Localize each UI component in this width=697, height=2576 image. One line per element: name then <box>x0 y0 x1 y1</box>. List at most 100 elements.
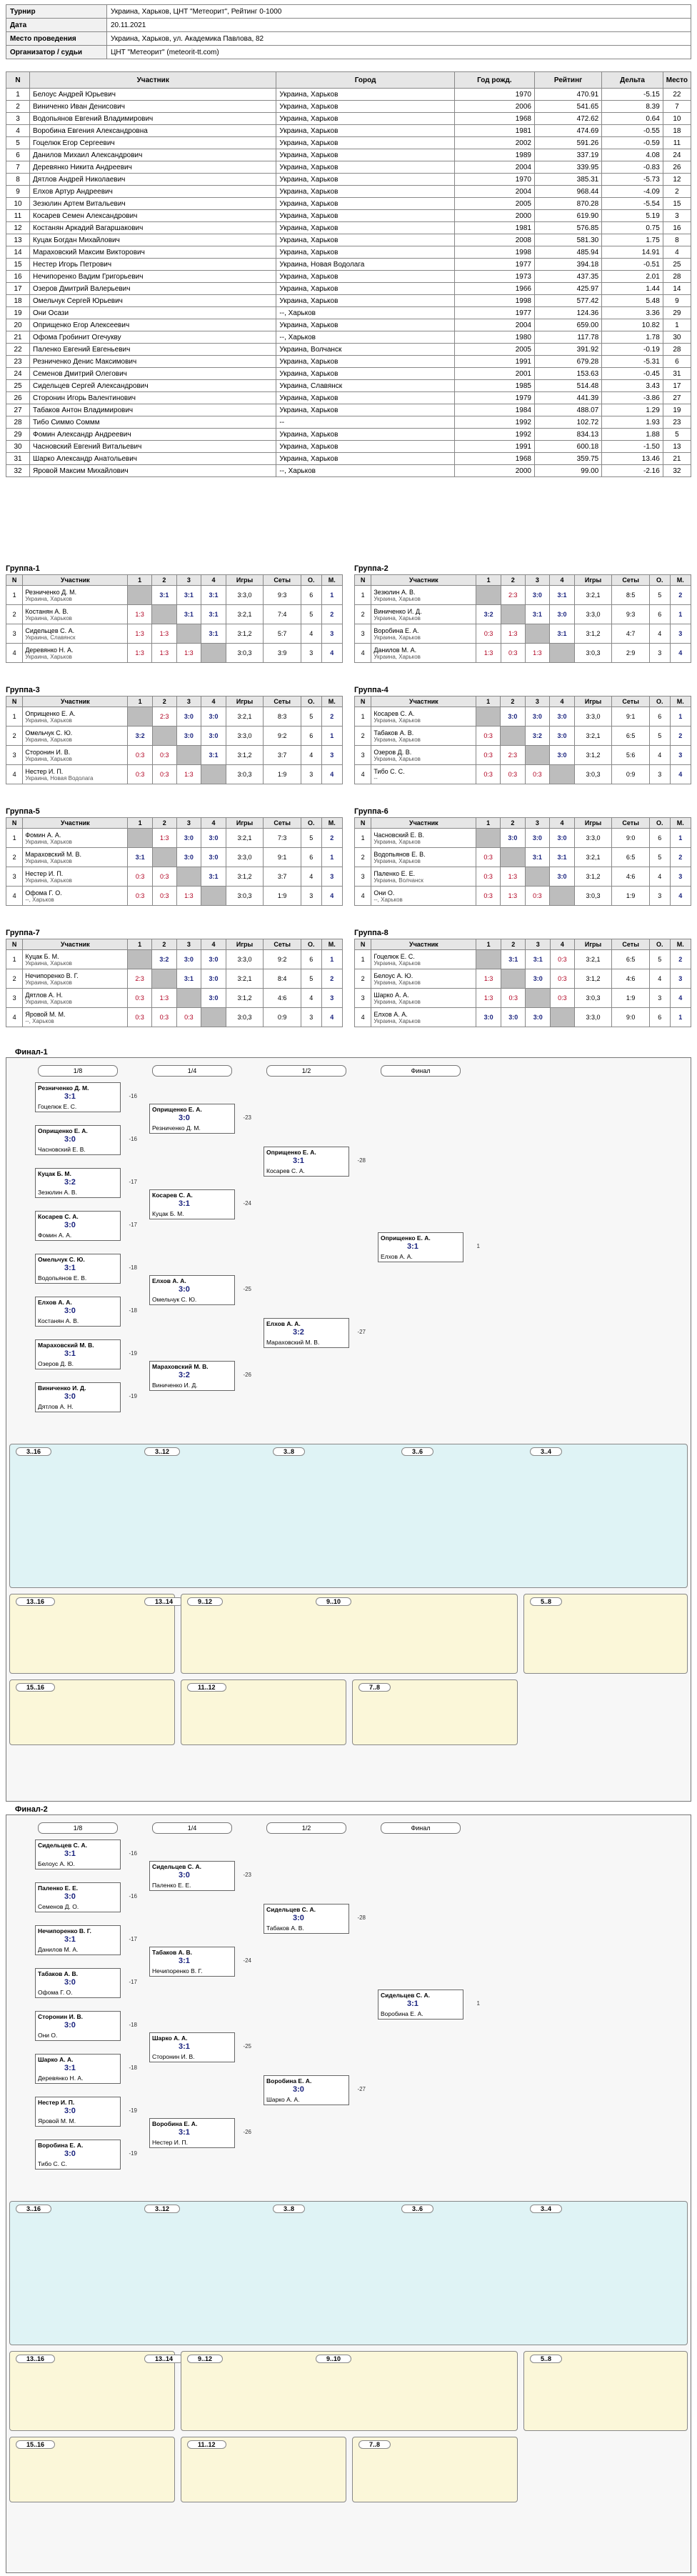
player-name: Мараховский М. В. Украина, Харьков <box>22 847 129 867</box>
sets: 5:6 <box>611 745 650 765</box>
table-cell: Офома Гробинит Огечукву <box>29 331 277 344</box>
games: 3:3,0 <box>225 949 264 969</box>
games: 3:3,0 <box>225 847 264 867</box>
column-header: Игры <box>225 939 264 950</box>
table-row: 17 Озеров Дмитрий Валерьевич Украина, Харь… <box>6 282 692 295</box>
match-winner: Косарев С. А. <box>152 1192 193 1199</box>
games: 3:2,1 <box>573 949 613 969</box>
table-cell: Украина, Харьков <box>276 88 455 101</box>
self-cell <box>201 886 226 906</box>
self-cell <box>201 643 226 663</box>
column-header: Участник <box>29 71 277 89</box>
match-score: 0:3 <box>476 745 501 765</box>
table-row: 11 Косарев Семен Александрович Украина, Ха… <box>6 209 692 222</box>
round-header: Финал <box>381 1822 461 1834</box>
group-row: 3 Дятлов А. Н. Украина, Харьков 0:3 1:3 3:0 3:… <box>5 988 344 1008</box>
column-header: Участник <box>371 696 477 707</box>
table-cell: 1 <box>662 319 692 331</box>
player-name: Виниченко И. Д. Украина, Харьков <box>371 604 477 624</box>
sets: 6:5 <box>611 847 650 867</box>
player-name: Шарко А. А. Украина, Харьков <box>371 988 477 1008</box>
column-header: 4 <box>201 817 226 829</box>
match-score: 3:0 <box>201 726 226 746</box>
table-cell: Деревянко Никита Андреевич <box>29 161 277 174</box>
sets: 6:5 <box>611 726 650 746</box>
player-number: 1 <box>353 949 372 969</box>
consolation-zone: 3..16 3..12 3..8 3..6 3..4 <box>9 1444 688 1588</box>
final-title: Финал-1 <box>15 1048 48 1057</box>
match-winner: Сидельцев С. А. <box>38 1842 88 1849</box>
group-table: Группа-5 N Участник 1 2 3 4 Игры Сеты О. М. 1 Фомин … <box>5 807 344 906</box>
place: 3 <box>321 988 344 1008</box>
column-header: М. <box>321 817 344 829</box>
table-cell: -- <box>276 416 455 429</box>
table-cell: Украина, Славянск <box>276 379 455 392</box>
match-ref: -17 <box>129 1222 137 1228</box>
match-score: 3:1 <box>524 847 551 867</box>
place: 3 <box>669 867 692 887</box>
match-box: Оприщенко Е. А. 3:1 Косарев С. А. -28 <box>264 1147 366 1177</box>
column-header: N <box>6 71 30 89</box>
table-cell: 1980 <box>453 331 535 344</box>
group-title: Группа-2 <box>354 564 388 573</box>
match-winner: Елхов А. А. <box>38 1299 72 1306</box>
table-cell: 1998 <box>453 294 535 307</box>
table-cell: 3 <box>6 112 30 125</box>
group-grid: N Участник 1 2 3 4 Игры Сеты О. М. 1 Косарев С. А. У… <box>353 696 692 784</box>
place: 1 <box>321 585 344 605</box>
table-cell: Украина, Харьков <box>276 100 455 113</box>
table-cell: 21 <box>662 452 692 465</box>
table-cell: 29 <box>6 428 30 441</box>
column-header: Сеты <box>263 817 301 829</box>
column-header: Дельта <box>601 71 663 89</box>
table-cell: 5 <box>662 428 692 441</box>
table-cell: 1.93 <box>601 416 663 429</box>
player-number: 3 <box>5 745 24 765</box>
sets: 6:5 <box>611 949 650 969</box>
match-score: 0:3 <box>476 847 501 867</box>
match-winner: Елхов А. А. <box>152 1277 186 1284</box>
place: 2 <box>321 707 344 727</box>
match-score: 3:0 <box>500 1007 526 1027</box>
table-cell: Тибо Симмо Соммм <box>29 416 277 429</box>
match-loser: Паленко Е. Е. <box>152 1882 191 1889</box>
self-cell <box>500 969 526 989</box>
info-value: 20.11.2021 <box>106 18 691 32</box>
table-cell: 13 <box>662 440 692 453</box>
consolation-zone: 15..16 <box>9 1679 175 1745</box>
table-cell: 30 <box>6 440 30 453</box>
consolation-round-header: 5..8 <box>530 1597 563 1606</box>
self-cell <box>151 847 177 867</box>
player-city: Украина, Харьков <box>373 1017 421 1024</box>
match-score: 0:3 <box>176 1007 202 1027</box>
points: 3 <box>649 886 671 906</box>
table-cell: 2002 <box>453 136 535 149</box>
match-score: 3:1 <box>407 2000 418 2008</box>
match-score: 3:2 <box>64 1178 76 1187</box>
consolation-round-header: 3..16 <box>16 1447 52 1456</box>
match-score: 2:3 <box>500 585 526 605</box>
table-cell: 4 <box>662 246 692 259</box>
group-header-row: N Участник 1 2 3 4 Игры Сеты О. М. <box>5 817 344 829</box>
match-ref: -26 <box>243 1372 251 1378</box>
self-cell <box>127 828 153 848</box>
self-cell <box>127 949 153 969</box>
table-cell: Украина, Харьков <box>276 197 455 210</box>
match-score: 0:3 <box>127 988 153 1008</box>
table-row: 23 Резниченко Денис Максимович Украина, Ха… <box>6 355 692 368</box>
groups-section: Группа-1 N Участник 1 2 3 4 Игры Сеты О. М. 1 Резнич… <box>5 564 692 1050</box>
table-cell: 8.39 <box>601 100 663 113</box>
column-header: 2 <box>500 817 526 829</box>
match-ref: -17 <box>129 1936 137 1942</box>
table-cell: 1968 <box>453 452 535 465</box>
place: 3 <box>321 867 344 887</box>
match-score: 1:3 <box>476 969 501 989</box>
place: 4 <box>321 886 344 906</box>
consolation-round-header: 3..8 <box>273 2205 306 2213</box>
match-score: 3:1 <box>179 2128 190 2137</box>
table-cell: 1981 <box>453 124 535 137</box>
points: 5 <box>301 707 322 727</box>
round-header: 1/8 <box>38 1822 118 1834</box>
match-score: 3:1 <box>179 1199 190 1208</box>
match-winner: Воробина Е. А. <box>266 2077 312 2085</box>
